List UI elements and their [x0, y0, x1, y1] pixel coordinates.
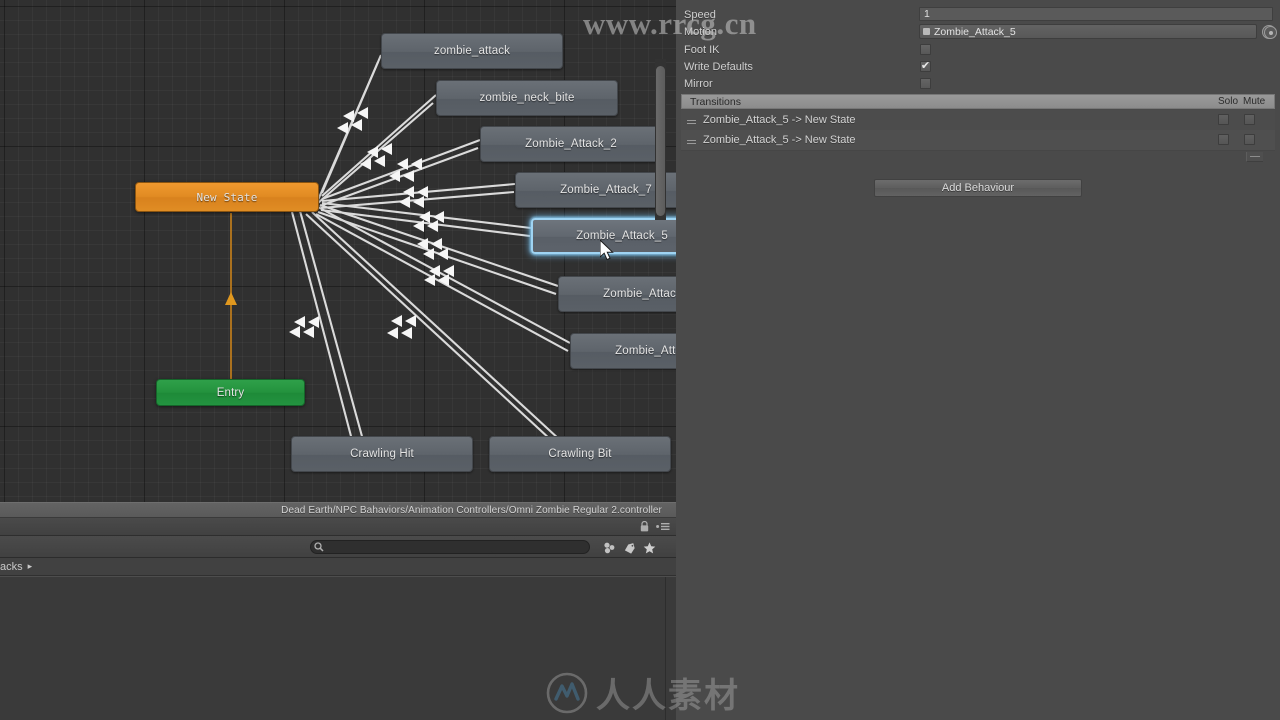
project-scrollbar-thumb[interactable] — [656, 66, 665, 216]
transition-label: Zombie_Attack_5 -> New State — [703, 114, 856, 126]
project-window-tabbar — [0, 518, 676, 536]
motion-label: Motion — [684, 25, 718, 38]
animator-controller-path-bar: Dead Earth/NPC Bahaviors/Animation Contr… — [0, 502, 676, 518]
state-node-zombie-attack-2[interactable]: Zombie_Attack_2 — [480, 126, 662, 162]
inspector-row-mirror: Mirror — [676, 75, 1280, 92]
project-window[interactable]: acks ▸ — [0, 518, 676, 720]
transitions-list-header: Transitions Solo Mute — [681, 94, 1275, 109]
lock-icon[interactable] — [640, 521, 649, 532]
mirror-label: Mirror — [684, 77, 713, 90]
foot-ik-checkbox[interactable] — [920, 44, 931, 55]
speed-label: Speed — [684, 8, 716, 21]
transitions-title: Transitions — [690, 95, 741, 108]
motion-object-field[interactable]: Zombie_Attack_5 — [919, 24, 1257, 39]
state-node-new-state[interactable]: New State — [135, 182, 319, 212]
transition-mute-checkbox[interactable] — [1244, 134, 1255, 145]
solo-column-header: Solo — [1218, 96, 1239, 107]
project-content-area[interactable] — [0, 576, 676, 720]
project-asset-list[interactable] — [0, 577, 655, 720]
motion-object-value: Zombie_Attack_5 — [934, 25, 1016, 38]
hamburger-menu-icon[interactable] — [656, 522, 670, 531]
state-node-zombie-attack-5-selected[interactable]: Zombie_Attack_5 — [531, 218, 676, 254]
state-node-zombie-attack-7[interactable]: Zombie_Attack_7 — [515, 172, 676, 208]
search-icon — [314, 542, 324, 552]
add-behaviour-button[interactable]: Add Behaviour — [874, 179, 1082, 197]
transitions-list-resize-handle[interactable] — [1246, 152, 1263, 162]
state-node-crawling-hit[interactable]: Crawling Hit — [291, 436, 473, 472]
project-breadcrumb[interactable]: acks ▸ — [0, 558, 676, 576]
inspector-row-write-defaults: Write Defaults ✔ — [676, 58, 1280, 75]
project-search-input[interactable] — [310, 540, 590, 554]
inspector-row-speed: Speed 1 — [676, 6, 1280, 23]
motion-object-picker-button[interactable] — [1264, 26, 1277, 39]
state-node-zombie-attack-4[interactable]: Zombie_Attack_4 — [570, 333, 676, 369]
breadcrumb-chevron-right-icon: ▸ — [27, 561, 33, 571]
state-node-zombie-neck-bite[interactable]: zombie_neck_bite — [436, 80, 618, 116]
drag-handle-icon[interactable] — [687, 119, 696, 121]
label-filter-icon[interactable] — [620, 539, 638, 556]
checkmark-icon: ✔ — [920, 60, 931, 72]
favorite-star-icon[interactable] — [640, 539, 658, 556]
transition-solo-checkbox[interactable] — [1218, 114, 1229, 125]
speed-field[interactable]: 1 — [919, 7, 1273, 21]
project-column-divider — [665, 577, 666, 720]
animator-controller-path: Dead Earth/NPC Bahaviors/Animation Contr… — [281, 504, 662, 516]
entry-transition-arrow — [225, 292, 237, 305]
transition-label: Zombie_Attack_5 -> New State — [703, 134, 856, 146]
write-defaults-checkbox[interactable]: ✔ — [920, 61, 931, 72]
animator-graph-canvas[interactable]: zombie_attack zombie_neck_bite Zombie_At… — [0, 0, 676, 502]
state-node-entry[interactable]: Entry — [156, 379, 305, 406]
transition-row[interactable]: Zombie_Attack_5 -> New State — [681, 110, 1275, 131]
state-node-crawling-bit[interactable]: Crawling Bit — [489, 436, 671, 472]
project-search-container[interactable] — [310, 540, 590, 554]
animation-clip-icon — [923, 28, 930, 35]
write-defaults-label: Write Defaults — [684, 60, 753, 73]
unity-editor-window: zombie_attack zombie_neck_bite Zombie_At… — [0, 0, 1280, 720]
transition-mute-checkbox[interactable] — [1244, 114, 1255, 125]
mirror-checkbox[interactable] — [920, 78, 931, 89]
transition-solo-checkbox[interactable] — [1218, 134, 1229, 145]
inspector-row-motion: Motion Zombie_Attack_5 — [676, 23, 1280, 40]
state-node-zombie-attack-3[interactable]: Zombie_Attack_3 — [558, 276, 676, 312]
breadcrumb-label: acks — [0, 560, 23, 573]
add-behaviour-label: Add Behaviour — [941, 182, 1015, 194]
mute-column-header: Mute — [1243, 96, 1266, 107]
foot-ik-label: Foot IK — [684, 43, 720, 56]
inspector-row-foot-ik: Foot IK — [676, 41, 1280, 58]
type-filter-icon[interactable] — [600, 539, 618, 556]
transition-row[interactable]: Zombie_Attack_5 -> New State — [681, 130, 1275, 151]
drag-handle-icon[interactable] — [687, 139, 696, 141]
state-node-zombie-attack[interactable]: zombie_attack — [381, 33, 563, 69]
object-picker-dot-icon — [1268, 30, 1273, 35]
